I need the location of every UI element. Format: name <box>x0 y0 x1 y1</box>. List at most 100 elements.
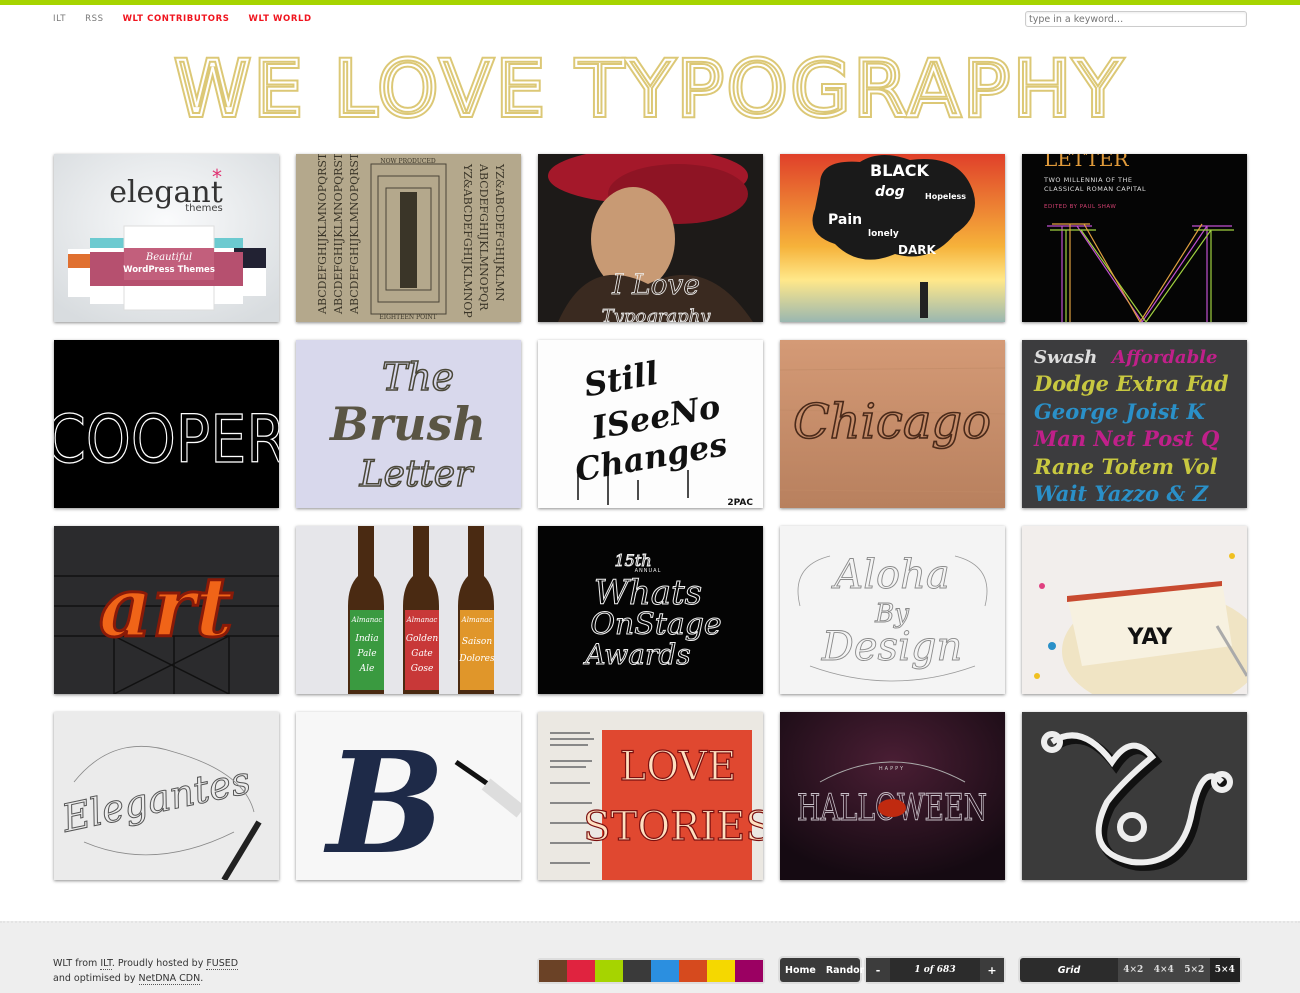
color-swatch[interactable] <box>623 960 651 982</box>
svg-text:Man Net Post Q: Man Net Post Q <box>1033 426 1219 451</box>
svg-text:Saison: Saison <box>462 637 492 647</box>
svg-text:Dodge Extra Fad: Dodge Extra Fad <box>1033 371 1229 396</box>
thumbnail-grid: elegant * themes Beautiful WordPress The… <box>54 154 1247 880</box>
svg-text:Typography: Typography <box>602 306 712 322</box>
svg-text:ANNUAL: ANNUAL <box>635 568 662 574</box>
color-swatch[interactable] <box>679 960 707 982</box>
svg-text:TWO MILLENNIA OF THE: TWO MILLENNIA OF THE <box>1043 176 1133 184</box>
svg-text:LOVE: LOVE <box>620 744 737 790</box>
svg-text:NOW PRODUCED: NOW PRODUCED <box>380 158 436 165</box>
tile-letter-book-cover[interactable]: LETTER TWO MILLENNIA OF THE CLASSICAL RO… <box>1022 154 1247 322</box>
credit-text: . Proudly hosted by <box>111 958 207 969</box>
credit-link-netdna[interactable]: NetDNA CDN <box>138 973 201 985</box>
svg-text:Beautiful: Beautiful <box>145 252 192 263</box>
tile-still-i-see-no-changes[interactable]: Still ISeeNo Changes 2PAC <box>538 340 763 508</box>
tile-whats-on-stage-awards[interactable]: 15th Whats OnStage Awards ANNUAL <box>538 526 763 694</box>
svg-text:HAPPY: HAPPY <box>879 766 905 772</box>
svg-text:COOPER: COOPER <box>54 401 279 478</box>
credit-link-ilt[interactable]: ILT <box>100 958 112 970</box>
tile-brush-letter[interactable]: The Brush Letter <box>296 340 521 508</box>
svg-text:Dolores: Dolores <box>458 654 495 664</box>
svg-text:B: B <box>323 722 445 880</box>
svg-text:Design: Design <box>821 624 962 670</box>
nav-link-rss[interactable]: RSS <box>85 14 104 24</box>
tile-chicago-wood[interactable]: Chicago <box>780 340 1005 508</box>
grid-option-5x2[interactable]: 5×2 <box>1179 958 1210 982</box>
tile-aloha-by-design[interactable]: Aloha By Design <box>780 526 1005 694</box>
tile-love-stories-cover[interactable]: LOVE STORIES <box>538 712 763 880</box>
grid-option-5x4[interactable]: 5×4 <box>1209 958 1240 982</box>
tile-cooper-type[interactable]: COOPER <box>54 340 279 508</box>
svg-text:Brush: Brush <box>328 397 486 451</box>
search-input[interactable] <box>1025 11 1247 27</box>
svg-text:The: The <box>382 355 454 399</box>
grid-option-4x4[interactable]: 4×4 <box>1149 958 1180 982</box>
credit-text: and optimised by <box>53 973 139 984</box>
color-swatch[interactable] <box>707 960 735 982</box>
svg-text:Gose: Gose <box>411 664 434 674</box>
grid-option-4x2[interactable]: 4×2 <box>1118 958 1149 982</box>
grid-label: Grid <box>1057 964 1081 976</box>
page-indicator: 1 of 683 <box>914 965 956 975</box>
svg-text:Wait Yazzo & Z: Wait Yazzo & Z <box>1034 481 1209 506</box>
credit-link-fused[interactable]: FUSED <box>206 958 239 970</box>
color-swatch[interactable] <box>567 960 595 982</box>
svg-text:LETTER: LETTER <box>1044 154 1130 171</box>
prev-page-button[interactable]: - <box>866 958 890 982</box>
tile-brush-b-letter[interactable]: B <box>296 712 521 880</box>
svg-text:ABCDEFGHIJKLMNOPQRSTU: ABCDEFGHIJKLMNOPQRSTU <box>348 154 361 315</box>
site-logo[interactable]: WE LOVE TYPOGRAPHY WE LOVE TYPOGRAPHY <box>0 41 1300 142</box>
svg-text:Pale: Pale <box>356 649 376 659</box>
nav-link-wlt-world[interactable]: WLT WORLD <box>248 14 311 24</box>
tile-swash-font-specimen[interactable]: Swash Affordable Dodge Extra Fad George … <box>1022 340 1247 508</box>
nav-link-ilt[interactable]: ILT <box>53 14 66 24</box>
svg-text:STORIES: STORIES <box>583 804 763 850</box>
svg-text:Rane Totem Vol: Rane Totem Vol <box>1033 454 1218 479</box>
svg-text:ABCDEFGHIJKLMNOPQRSTUVWXYZ: ABCDEFGHIJKLMNOPQRSTUVWXYZ <box>316 154 329 315</box>
home-button[interactable]: Home <box>780 958 821 982</box>
tile-black-dog-dark[interactable]: BLACK dog Pain Hopeless lonely DARK <box>780 154 1005 322</box>
svg-text:art: art <box>99 560 233 656</box>
footer-credit: WLT from ILT. Proudly hosted by FUSED an… <box>53 956 239 986</box>
svg-text:themes: themes <box>185 203 223 214</box>
color-swatch[interactable] <box>651 960 679 982</box>
next-page-button[interactable]: + <box>980 958 1004 982</box>
credit-text: WLT from <box>53 958 101 969</box>
tile-ampersand-swirl[interactable] <box>1022 712 1247 880</box>
svg-text:YAY: YAY <box>1127 625 1174 650</box>
logo-text-inner: WE LOVE TYPOGRAPHY <box>175 48 1125 133</box>
tile-elegantes-sketch[interactable]: Elegantes <box>54 712 279 880</box>
tile-yay-cake[interactable]: YAY <box>1022 526 1247 694</box>
grid-options: 4×2 4×4 5×2 5×4 <box>1118 958 1240 982</box>
home-random-panel: Home Random <box>780 958 870 982</box>
tile-almanac-beer-bottles[interactable]: Almanac India Pale Ale Almanac Golden Gate Gos… <box>296 526 521 694</box>
svg-text:*: * <box>212 165 222 189</box>
color-theme-swatches <box>537 958 765 984</box>
svg-text:dog: dog <box>875 184 905 200</box>
svg-text:Aloha: Aloha <box>830 552 949 598</box>
svg-text:Hopeless: Hopeless <box>925 192 966 201</box>
color-swatch[interactable] <box>735 960 763 982</box>
svg-text:Almanac: Almanac <box>406 616 438 624</box>
color-swatch[interactable] <box>595 960 623 982</box>
svg-text:lonely: lonely <box>868 229 899 239</box>
svg-text:Golden: Golden <box>406 634 439 644</box>
svg-text:Almanac: Almanac <box>461 616 493 624</box>
svg-text:YZ&ABCDEFGHIJKLMN: YZ&ABCDEFGHIJKLMN <box>493 163 506 302</box>
grid-size-panel: Grid 4×2 4×4 5×2 5×4 <box>1020 958 1240 982</box>
tile-portrait-i-love-typography[interactable]: I Love Typography <box>538 154 763 322</box>
svg-text:OnStage: OnStage <box>590 607 721 642</box>
tile-elegant-themes-ad[interactable]: elegant * themes Beautiful WordPress The… <box>54 154 279 322</box>
logo-title: WE LOVE TYPOGRAPHY WE LOVE TYPOGRAPHY <box>172 41 1125 136</box>
svg-text:Awards: Awards <box>582 638 690 671</box>
top-nav: ILT RSS WLT CONTRIBUTORS WLT WORLD <box>53 14 331 24</box>
svg-text:YZ&ABCDEFGHIJKLMNOP: YZ&ABCDEFGHIJKLMNOP <box>461 163 474 318</box>
color-swatch[interactable] <box>539 960 567 982</box>
svg-text:Affordable: Affordable <box>1110 347 1217 368</box>
svg-text:CLASSICAL ROMAN CAPITAL: CLASSICAL ROMAN CAPITAL <box>1044 185 1146 193</box>
svg-text:WordPress Themes: WordPress Themes <box>123 265 215 275</box>
tile-art-marquee-sign[interactable]: art <box>54 526 279 694</box>
tile-happy-halloween[interactable]: HAPPY HALLOWEEN <box>780 712 1005 880</box>
nav-link-wlt-contributors[interactable]: WLT CONTRIBUTORS <box>123 14 230 24</box>
tile-monotype-specimen[interactable]: ABCDEFGHIJKLMNOPQRSTUVWXYZ ABCDEFGHIJKLM… <box>296 154 521 322</box>
